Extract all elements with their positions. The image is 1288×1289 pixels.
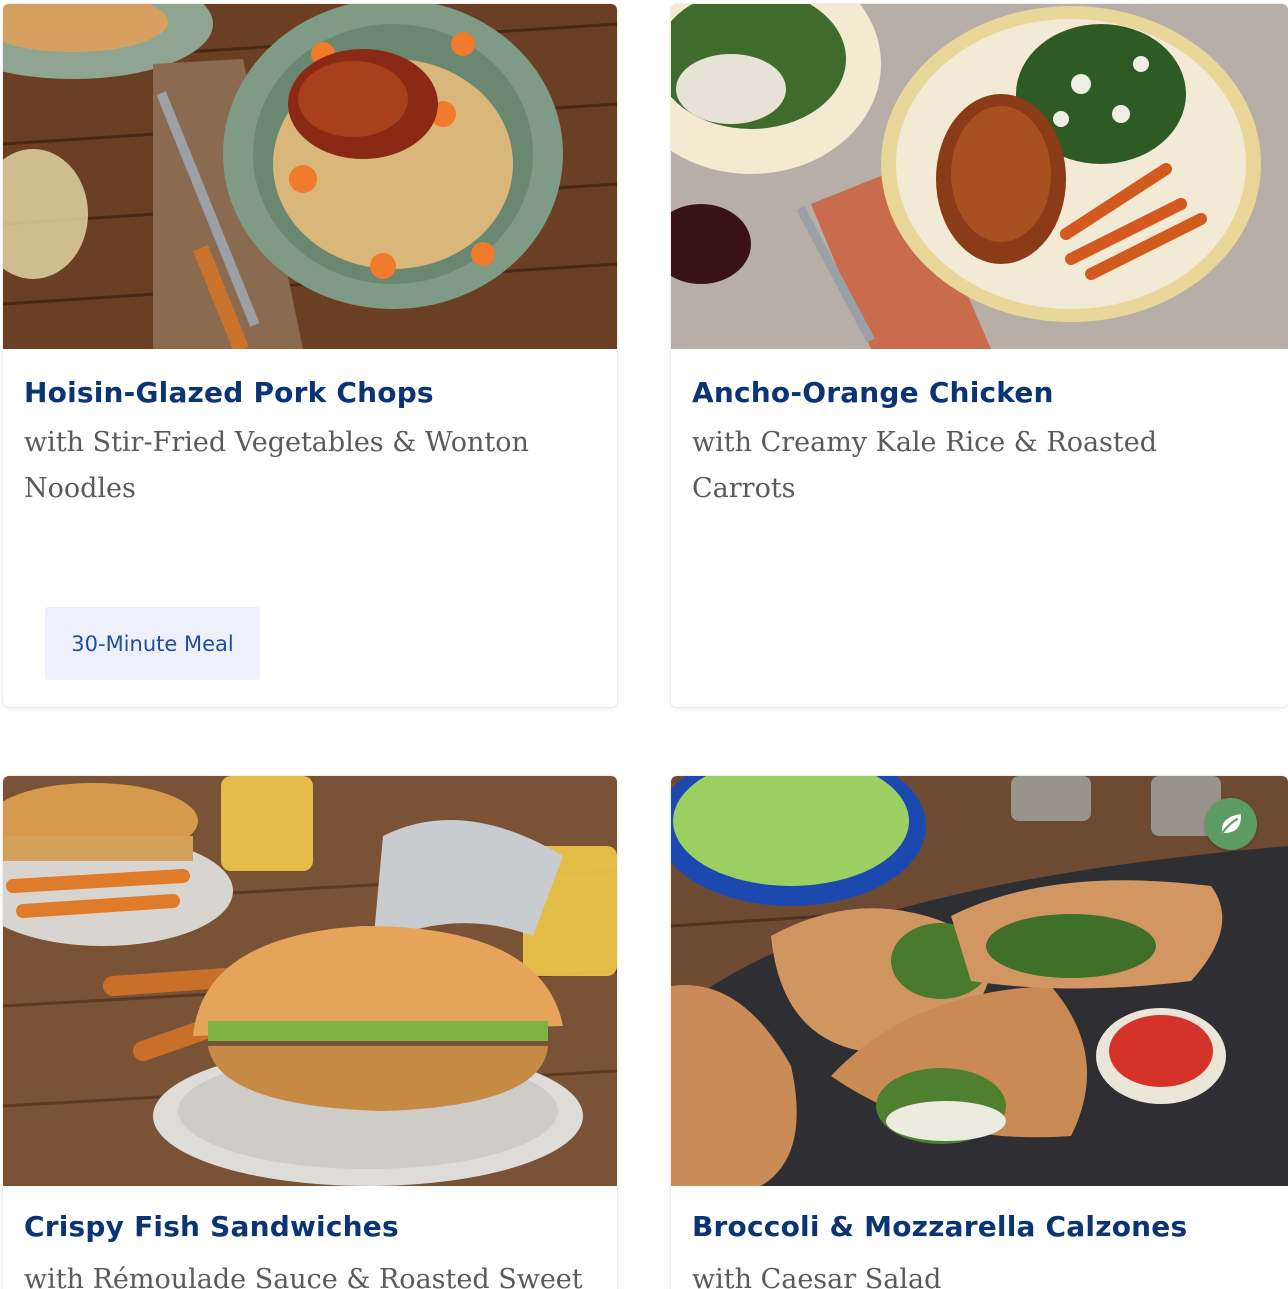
recipe-subtitle: with Creamy Kale Rice & Roasted Carrots xyxy=(692,427,1158,504)
fish-sandwich-photo[interactable] xyxy=(3,776,617,1186)
recipe-title[interactable]: Crispy Fish Sandwiches xyxy=(24,1210,399,1243)
recipe-card[interactable]: Broccoli & Mozzarella Calzones with Caes… xyxy=(671,776,1288,1289)
recipe-card[interactable]: Crispy Fish Sandwiches with Rémoulade Sa… xyxy=(3,776,617,1289)
recipe-subtitle: with Stir-Fried Vegetables & Wonton Nood… xyxy=(24,427,529,504)
recipe-subtitle: with Caesar Salad xyxy=(692,1264,942,1289)
vegetarian-leaf-icon xyxy=(1205,798,1257,850)
chicken-photo[interactable] xyxy=(671,4,1288,349)
calzones-photo[interactable] xyxy=(671,776,1288,1186)
recipe-title[interactable]: Broccoli & Mozzarella Calzones xyxy=(692,1210,1187,1243)
recipe-title[interactable]: Ancho-Orange Chicken xyxy=(692,376,1054,409)
recipe-subtitle: with Rémoulade Sauce & Roasted Sweet xyxy=(24,1264,583,1289)
pork-chops-photo[interactable] xyxy=(3,4,617,349)
tag-badge: 30-Minute Meal xyxy=(45,607,260,680)
recipe-title[interactable]: Hoisin-Glazed Pork Chops xyxy=(24,376,434,409)
recipe-card[interactable]: Hoisin-Glazed Pork Chops with Stir-Fried… xyxy=(3,4,617,707)
recipe-card[interactable]: Ancho-Orange Chicken with Creamy Kale Ri… xyxy=(671,4,1288,707)
